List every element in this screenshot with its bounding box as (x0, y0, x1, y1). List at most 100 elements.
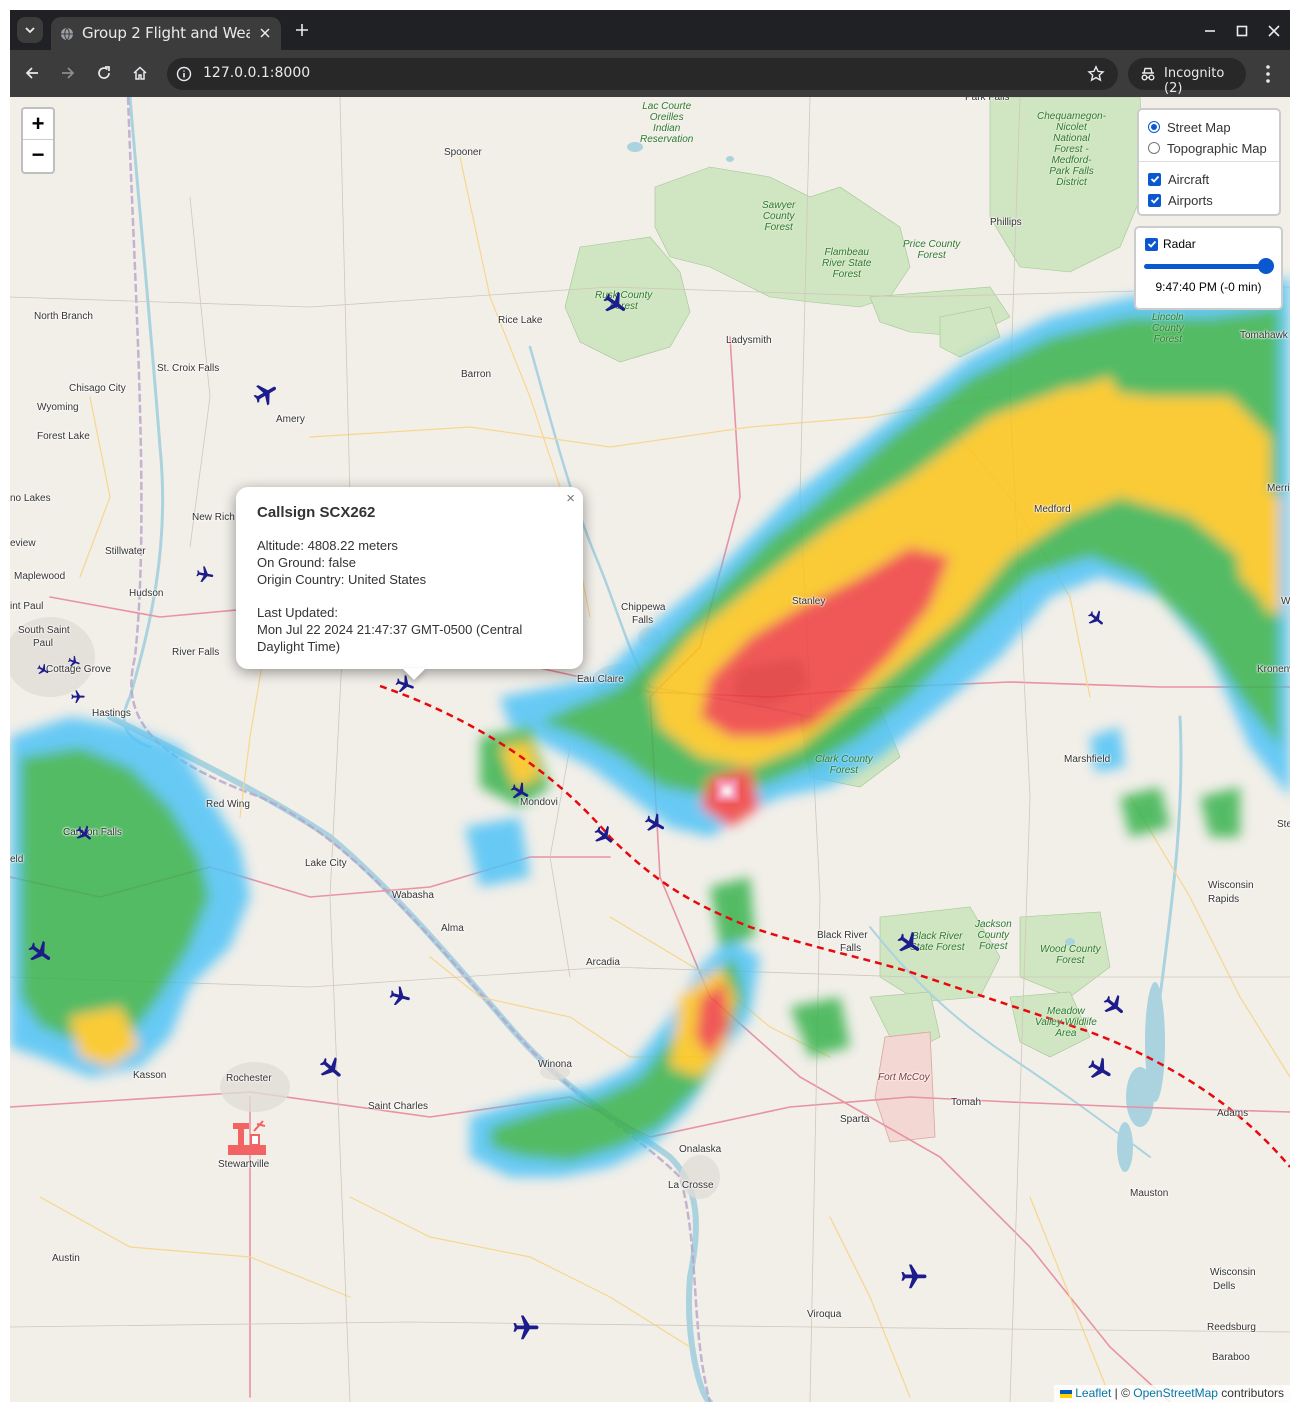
place-label: La Crosse (668, 1180, 714, 1191)
browser-window: Group 2 Flight and Weather (10, 10, 1290, 97)
close-window-button[interactable] (1265, 22, 1283, 40)
aircraft-checkbox[interactable] (1148, 172, 1161, 186)
leaflet-link[interactable]: Leaflet (1075, 1386, 1111, 1400)
popup-on-ground: On Ground: false (257, 555, 356, 570)
popup-altitude: Altitude: 4808.22 meters (257, 538, 398, 553)
place-label: Merri (1267, 483, 1290, 494)
popup-origin-country: Origin Country: United States (257, 572, 427, 587)
place-label: no Lakes (10, 493, 51, 504)
topographic-map-radio[interactable] (1148, 142, 1160, 154)
place-label: Baraboo (1212, 1352, 1250, 1363)
zoom-out-button[interactable]: − (23, 140, 53, 170)
arrow-left-icon (25, 67, 38, 79)
place-label: Adams (1217, 1108, 1249, 1119)
place-label: Stewartville (218, 1159, 270, 1170)
topographic-map-option[interactable]: Topographic Map (1148, 139, 1267, 157)
map-container[interactable]: Spooner Park Falls Phillips Rice Lake Ladysm… (10, 97, 1290, 1402)
aircraft-popup: × Callsign SCX262 Altitude: 4808.22 mete… (236, 487, 583, 669)
minimize-icon (1205, 30, 1215, 32)
back-button[interactable] (21, 62, 43, 84)
airports-overlay-option[interactable]: Airports (1148, 191, 1213, 209)
place-label: Falls (840, 943, 862, 954)
airports-overlay-label: Airports (1168, 192, 1213, 208)
forest-label: Clark County Forest (815, 754, 873, 776)
forest-label: Lincoln County Forest (1152, 312, 1184, 345)
reload-icon (98, 66, 110, 79)
forest-label: Flambeau River State Forest (822, 247, 872, 280)
radar-time-slider[interactable] (1144, 258, 1274, 274)
reload-button[interactable] (93, 62, 115, 84)
place-label: Alma (441, 923, 464, 934)
place-label: Forest Lake (37, 431, 90, 442)
airplane-icon (513, 1315, 539, 1340)
forest-label: Chequamegon- Nicolet National Forest - M… (1037, 111, 1106, 188)
place-label: eview (10, 538, 36, 549)
incognito-indicator[interactable]: Incognito (2) (1128, 58, 1246, 96)
place-label: North Branch (34, 311, 93, 322)
airports-checkbox[interactable] (1148, 193, 1161, 207)
aircraft-marker[interactable] (69, 689, 87, 705)
chevron-down-icon (25, 27, 35, 34)
place-label: Red Wing (206, 799, 250, 810)
menu-icon[interactable] (1258, 63, 1278, 85)
place-label: Steve (1277, 819, 1290, 830)
checkmark-icon (1147, 240, 1156, 248)
globe-icon (61, 27, 73, 41)
new-tab-button[interactable] (292, 20, 312, 40)
tab-strip: Group 2 Flight and Weather (10, 10, 1290, 50)
plus-icon (296, 24, 308, 36)
slider-track (1144, 264, 1266, 269)
place-label: int Paul (10, 601, 44, 612)
close-icon (1268, 25, 1280, 37)
aircraft-marker[interactable] (898, 1262, 930, 1292)
zoom-control: + − (21, 107, 55, 174)
active-tab[interactable]: Group 2 Flight and Weather (51, 17, 281, 50)
place-label: Falls (632, 615, 654, 626)
place-label: St. Croix Falls (157, 363, 220, 374)
place-label: Onalaska (679, 1144, 722, 1155)
place-label: Reedsburg (1207, 1322, 1256, 1333)
maximize-button[interactable] (1233, 22, 1251, 40)
street-map-option[interactable]: Street Map (1148, 118, 1231, 136)
place-label: Saint Charles (368, 1101, 429, 1112)
place-label: Stillwater (105, 546, 146, 557)
place-label: Rochester (226, 1073, 272, 1084)
site-info-icon[interactable] (176, 66, 192, 82)
zoom-in-button[interactable]: + (23, 109, 53, 140)
forest-label: Meadow Valley Wildlife Area (1035, 1006, 1097, 1039)
place-label: Barron (461, 369, 492, 380)
aircraft-marker[interactable] (510, 1313, 542, 1343)
url-text: 127.0.0.1:8000 (203, 65, 311, 81)
place-label: Rice Lake (498, 315, 543, 326)
home-button[interactable] (129, 62, 151, 84)
radar-label: Radar (1163, 237, 1196, 251)
forest-label: Lac Courte Oreilles Indian Reservation (640, 101, 694, 145)
osm-link[interactable]: OpenStreetMap (1133, 1386, 1218, 1400)
aircraft-marker[interactable] (192, 563, 217, 587)
street-map-radio[interactable] (1148, 121, 1160, 133)
place-label: Hudson (129, 588, 164, 599)
tab-close-button[interactable] (257, 25, 273, 41)
place-label: Wabasha (392, 890, 434, 901)
radar-toggle[interactable]: Radar (1145, 237, 1196, 251)
place-label: Wisconsin (1210, 1267, 1256, 1278)
forest-label: Wood County Forest (1040, 944, 1101, 966)
star-icon[interactable] (1087, 65, 1105, 83)
slider-thumb[interactable] (1258, 258, 1274, 274)
place-label: Winona (538, 1059, 572, 1070)
popup-close-button[interactable]: × (566, 490, 575, 507)
minimize-button[interactable] (1201, 22, 1219, 40)
radar-overlay (10, 277, 1290, 1177)
place-label: Fort McCoy (878, 1072, 930, 1083)
radar-time-text: 9:47:40 PM (-0 min) (1155, 280, 1262, 294)
popup-title: Callsign SCX262 (257, 504, 376, 521)
address-bar[interactable]: 127.0.0.1:8000 (167, 58, 1118, 90)
place-label: Marshfield (1064, 754, 1111, 765)
place-label: Black River (817, 930, 868, 941)
airplane-icon (901, 1264, 927, 1289)
radar-checkbox[interactable] (1145, 237, 1158, 251)
attribution-suffix: contributors (1217, 1386, 1284, 1400)
aircraft-overlay-option[interactable]: Aircraft (1148, 170, 1209, 188)
forward-button[interactable] (57, 62, 79, 84)
tab-search-button[interactable] (17, 17, 43, 43)
